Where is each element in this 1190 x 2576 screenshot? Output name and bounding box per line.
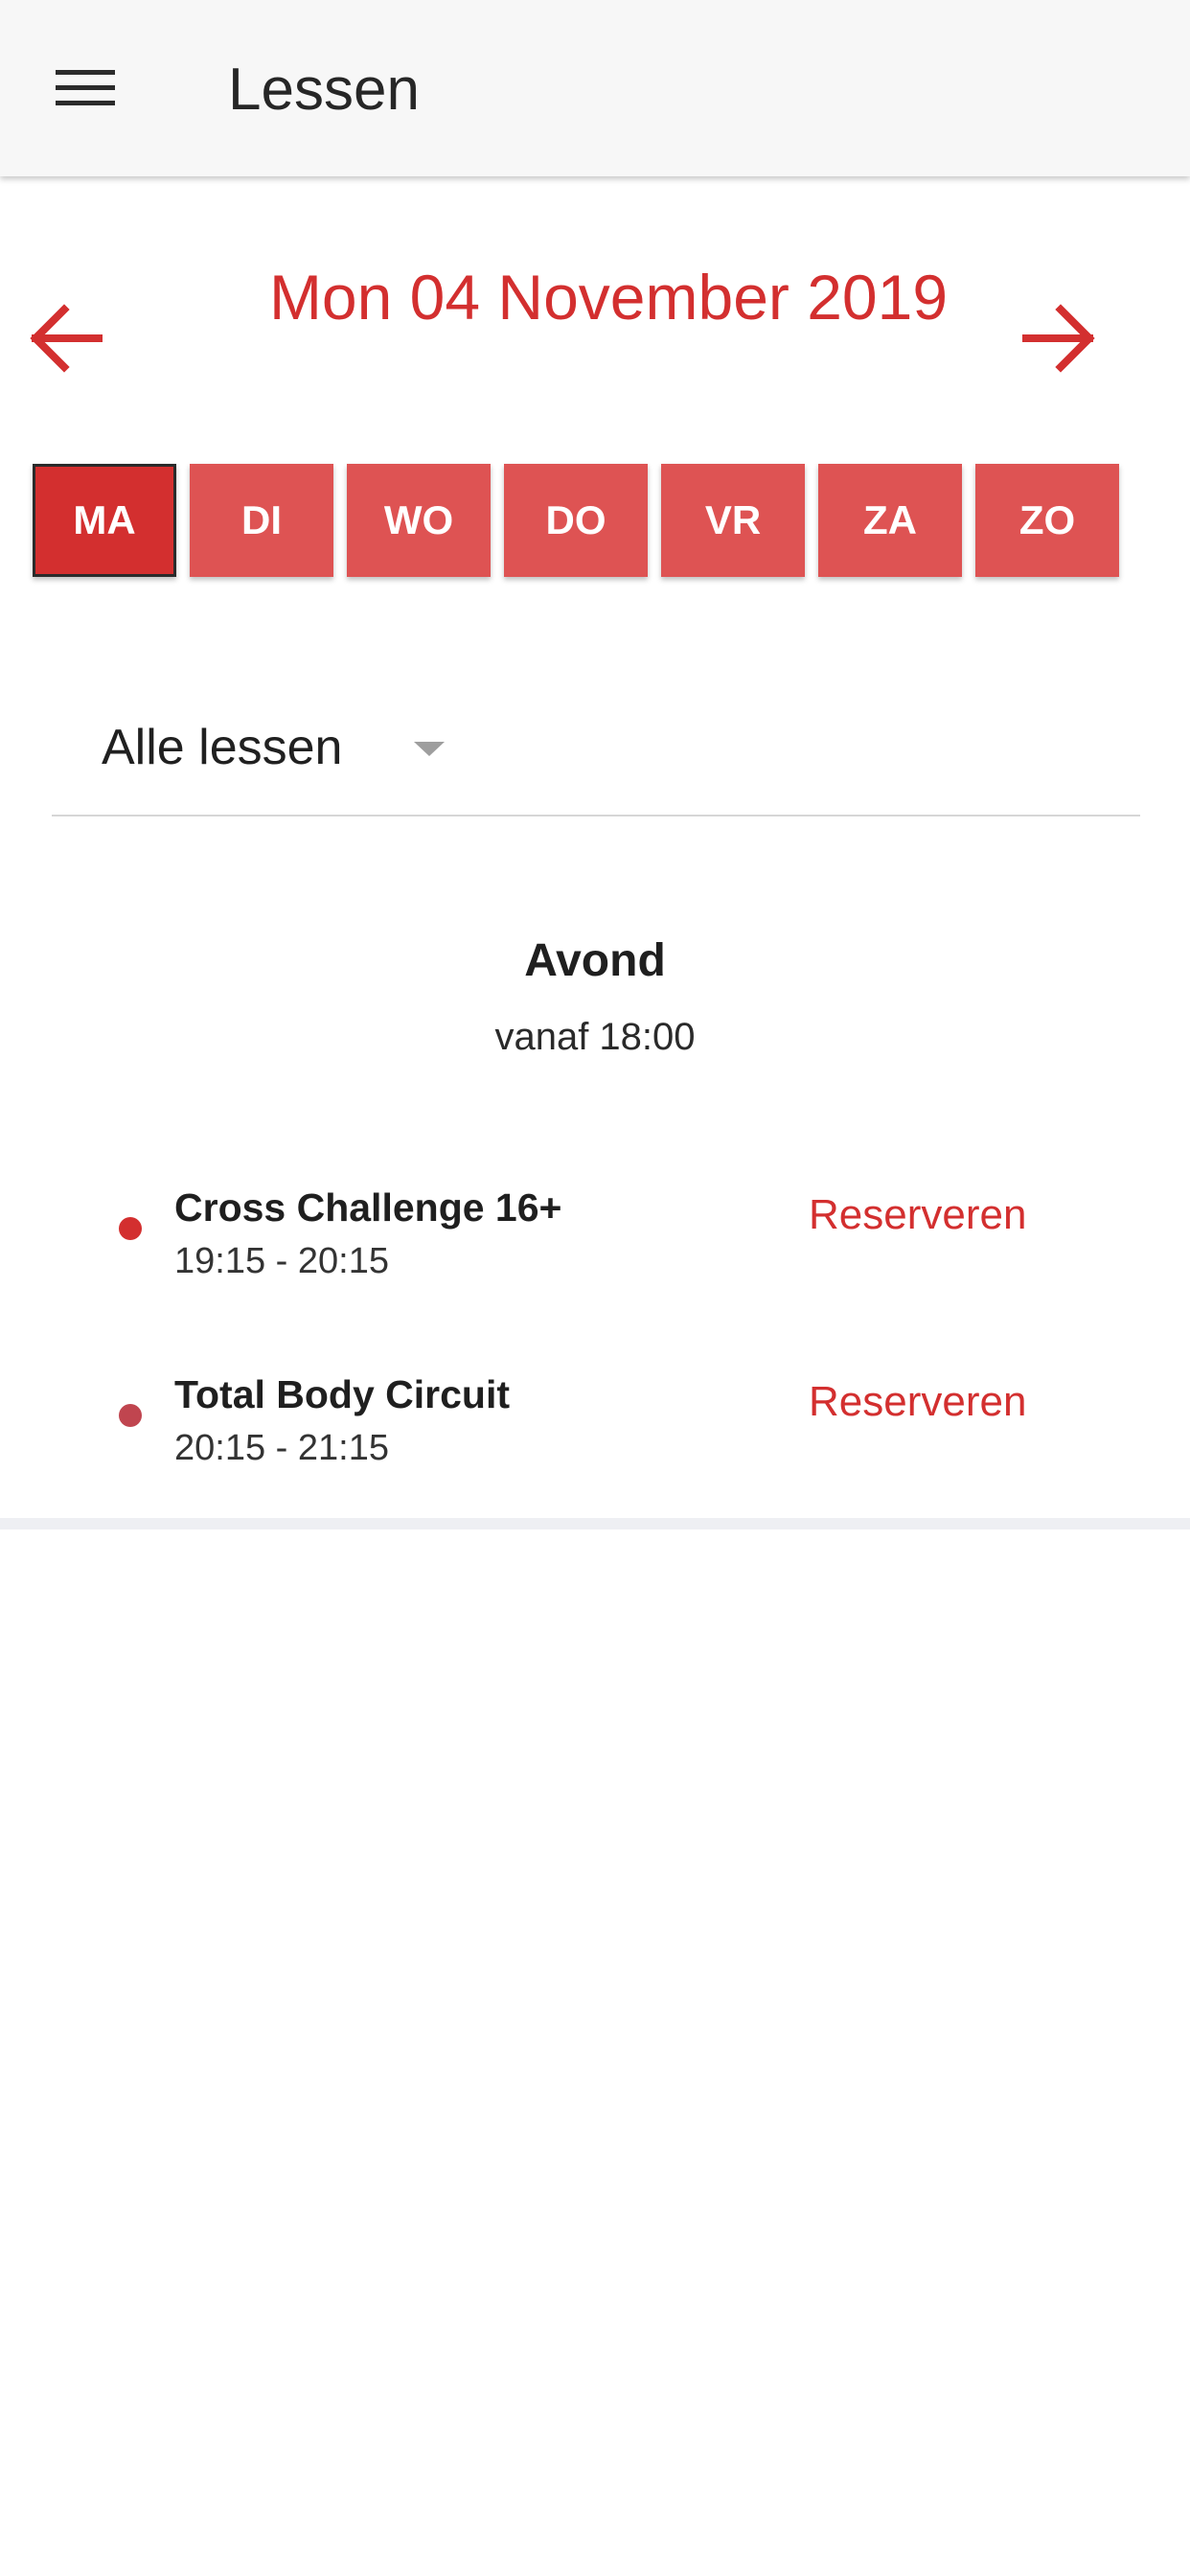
section-title: Avond — [524, 935, 666, 986]
menu-button[interactable] — [56, 50, 148, 126]
arrow-right-icon — [1022, 302, 1099, 380]
lesson-item: Cross Challenge 16+ 19:15 - 20:15 Reserv… — [0, 1179, 1190, 1303]
reserve-button[interactable]: Reserveren — [809, 1186, 1026, 1244]
date-navigator: Mon 04 November 2019 — [0, 240, 1190, 412]
tab-za[interactable]: ZA — [818, 464, 962, 577]
hamburger-menu-icon — [56, 68, 115, 108]
lesson-filter-select[interactable]: Alle lessen — [52, 700, 1140, 816]
next-day-button[interactable] — [1018, 297, 1104, 383]
lesson-dot-icon — [119, 1404, 142, 1427]
tab-do[interactable]: DO — [504, 464, 648, 577]
lesson-item: Total Body Circuit 20:15 - 21:15 Reserve… — [0, 1366, 1190, 1490]
lesson-dot-icon — [119, 1217, 142, 1240]
lesson-time: 19:15 - 20:15 — [174, 1241, 389, 1281]
tab-vr[interactable]: VR — [661, 464, 805, 577]
app-bar: Lessen — [0, 0, 1190, 176]
section-subtitle: vanaf 18:00 — [494, 1016, 696, 1058]
lesson-name: Total Body Circuit — [174, 1372, 511, 1416]
current-date: Mon 04 November 2019 — [268, 262, 949, 333]
weekday-tabs: MA DI WO DO VR ZA ZO — [33, 464, 1119, 577]
tab-di[interactable]: DI — [190, 464, 333, 577]
lesson-time: 20:15 - 21:15 — [174, 1428, 389, 1468]
dropdown-caret-icon — [414, 742, 445, 756]
filter-selected-value: Alle lessen — [102, 720, 343, 775]
page-title: Lessen — [228, 57, 420, 123]
tab-wo[interactable]: WO — [347, 464, 491, 577]
list-divider — [0, 1518, 1190, 1530]
tab-ma[interactable]: MA — [33, 464, 176, 577]
reserve-button[interactable]: Reserveren — [809, 1373, 1026, 1431]
tab-zo[interactable]: ZO — [975, 464, 1119, 577]
lesson-name: Cross Challenge 16+ — [174, 1185, 562, 1230]
